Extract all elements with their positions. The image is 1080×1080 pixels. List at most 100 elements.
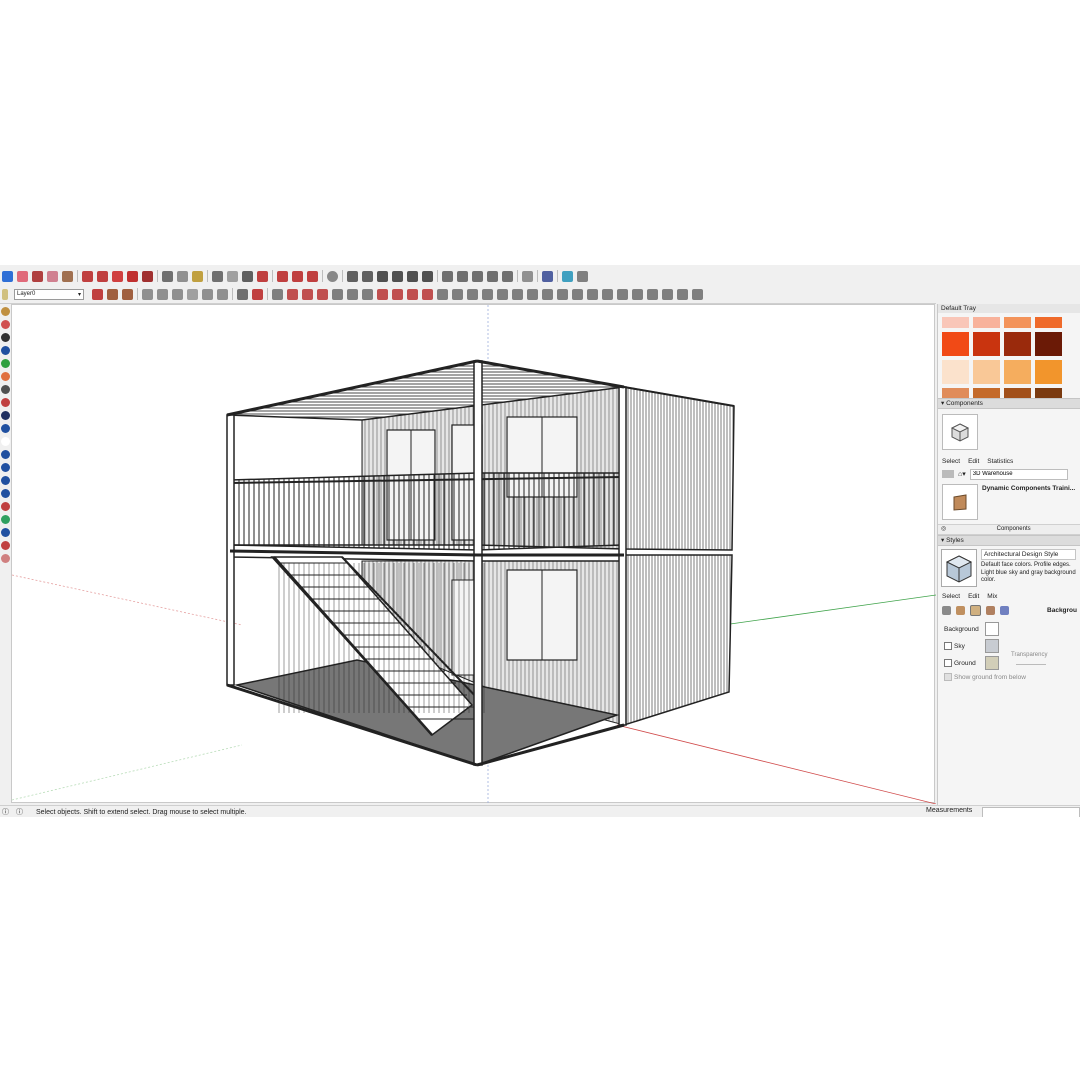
shape-dropdown-icon[interactable] <box>47 270 58 282</box>
solid-tools-icon-6[interactable] <box>452 288 463 300</box>
solid-tools-icon-21[interactable] <box>677 288 688 300</box>
shadows-icon[interactable] <box>542 270 553 282</box>
view-options-icon[interactable] <box>942 470 954 478</box>
sandbox-icon-1[interactable] <box>272 288 283 300</box>
solid-tools-icon-14[interactable] <box>572 288 583 300</box>
tool-icon-13[interactable] <box>0 463 10 472</box>
material-swatch[interactable] <box>942 332 969 356</box>
edge-settings-icon[interactable] <box>942 606 951 615</box>
zoom-icon[interactable] <box>242 270 253 282</box>
xray-icon[interactable] <box>442 270 453 282</box>
shaded-textures-icon[interactable] <box>502 270 513 282</box>
pan-icon[interactable] <box>227 270 238 282</box>
style-thumbnail[interactable] <box>941 549 977 587</box>
model-info-icon[interactable] <box>252 288 263 300</box>
material-swatch[interactable] <box>942 317 969 328</box>
info-icon[interactable]: ⓘ <box>16 807 23 817</box>
tool-icon-1[interactable] <box>0 307 10 316</box>
select-icon[interactable] <box>2 270 13 282</box>
solid-tools-icon-4[interactable] <box>422 288 433 300</box>
watermark-settings-icon[interactable] <box>986 606 995 615</box>
model-viewport[interactable] <box>11 304 936 804</box>
eraser-icon[interactable] <box>17 270 28 282</box>
tab-statistics[interactable]: Statistics <box>987 458 1013 465</box>
solid-tools-icon-2[interactable] <box>392 288 403 300</box>
rotate-icon[interactable] <box>127 270 138 282</box>
delete-icon[interactable] <box>187 288 198 300</box>
redo-icon[interactable] <box>217 288 228 300</box>
face-settings-icon[interactable] <box>956 606 965 615</box>
sandbox-icon-6[interactable] <box>347 288 358 300</box>
line-style-icon[interactable] <box>577 270 588 282</box>
tab-mix[interactable]: Mix <box>987 593 997 600</box>
tool-icon-8[interactable] <box>0 398 10 407</box>
modeling-settings-icon[interactable] <box>1000 606 1009 615</box>
material-swatch[interactable] <box>1004 388 1031 398</box>
follow-me-icon[interactable] <box>97 270 108 282</box>
left-view-icon[interactable] <box>422 270 433 282</box>
component-list-item[interactable]: Dynamic Components Traini... <box>938 480 1080 524</box>
solid-tools-icon-15[interactable] <box>587 288 598 300</box>
search-input[interactable] <box>969 468 1068 480</box>
right-view-icon[interactable] <box>392 270 403 282</box>
styles-header[interactable]: ▾ Styles <box>938 535 1080 546</box>
share-model-icon[interactable] <box>292 270 303 282</box>
wireframe-icon[interactable] <box>457 270 468 282</box>
material-swatch[interactable] <box>942 360 969 384</box>
home-icon[interactable]: ⌂▾ <box>958 470 966 478</box>
tool-icon-3[interactable] <box>0 333 10 342</box>
solid-tools-icon-20[interactable] <box>662 288 673 300</box>
tool-icon-17[interactable] <box>0 515 10 524</box>
component-attributes-icon[interactable] <box>122 288 133 300</box>
tool-icon-10[interactable] <box>0 424 10 433</box>
background-settings-icon[interactable] <box>970 605 981 616</box>
tool-icon-15[interactable] <box>0 489 10 498</box>
material-swatch[interactable] <box>973 360 1000 384</box>
tab-edit[interactable]: Edit <box>968 458 979 465</box>
move-icon[interactable] <box>112 270 123 282</box>
sandbox-icon-5[interactable] <box>332 288 343 300</box>
material-swatch[interactable] <box>942 388 969 398</box>
tool-icon-7[interactable] <box>0 385 10 394</box>
tool-icon-9[interactable] <box>0 411 10 420</box>
solid-tools-icon-7[interactable] <box>467 288 478 300</box>
sky-checkbox[interactable] <box>944 642 952 650</box>
material-swatch[interactable] <box>1035 360 1062 384</box>
background-color-box[interactable] <box>985 622 999 636</box>
tool-icon-11[interactable] <box>0 437 10 446</box>
tool-icon-19[interactable] <box>0 541 10 550</box>
sandbox-icon-2[interactable] <box>287 288 298 300</box>
paste-icon[interactable] <box>172 288 183 300</box>
solid-tools-icon-17[interactable] <box>617 288 628 300</box>
solid-tools-icon-19[interactable] <box>647 288 658 300</box>
material-swatch[interactable] <box>1004 317 1031 328</box>
ground-color-box[interactable] <box>985 656 999 670</box>
tab-select[interactable]: Select <box>942 458 960 465</box>
tool-icon-16[interactable] <box>0 502 10 511</box>
solid-tools-icon-1[interactable] <box>377 288 388 300</box>
solid-tools-icon-13[interactable] <box>557 288 568 300</box>
paint-bucket-icon[interactable] <box>62 270 73 282</box>
warehouse-icon[interactable] <box>277 270 288 282</box>
solid-tools-icon-3[interactable] <box>407 288 418 300</box>
dynamic-components-icon[interactable] <box>92 288 103 300</box>
undo-icon[interactable] <box>202 288 213 300</box>
ground-checkbox[interactable] <box>944 659 952 667</box>
sandbox-icon-4[interactable] <box>317 288 328 300</box>
print-icon[interactable] <box>237 288 248 300</box>
orbit-icon[interactable] <box>212 270 223 282</box>
material-swatch[interactable] <box>1035 388 1062 398</box>
material-swatch[interactable] <box>1004 332 1031 356</box>
material-swatch[interactable] <box>1004 360 1031 384</box>
axes-icon[interactable] <box>192 270 203 282</box>
solid-tools-icon-5[interactable] <box>437 288 448 300</box>
geo-icon[interactable]: ⓘ <box>2 807 9 817</box>
user-icon[interactable] <box>327 270 338 282</box>
extension-warehouse-icon[interactable] <box>307 270 318 282</box>
shaded-icon[interactable] <box>487 270 498 282</box>
top-view-icon[interactable] <box>362 270 373 282</box>
show-ground-checkbox[interactable] <box>944 673 952 681</box>
material-swatch[interactable] <box>1035 332 1062 356</box>
push-pull-icon[interactable] <box>82 270 93 282</box>
solid-tools-icon-18[interactable] <box>632 288 643 300</box>
